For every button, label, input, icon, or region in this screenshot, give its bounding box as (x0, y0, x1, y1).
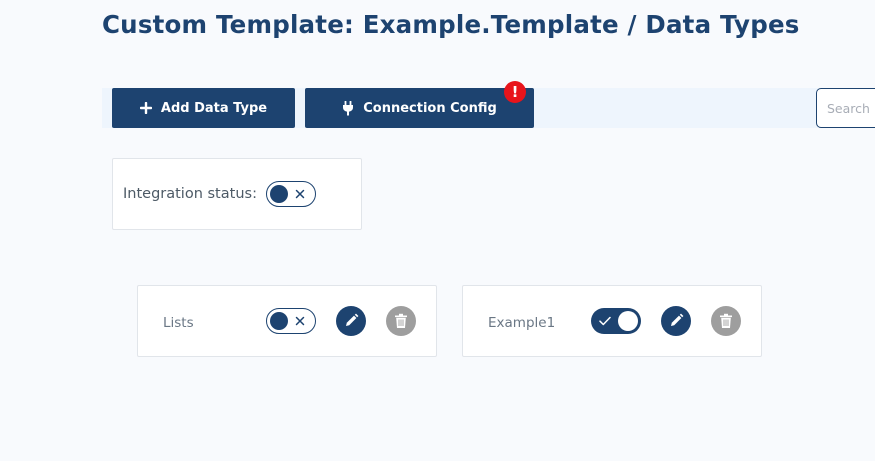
connection-config-label: Connection Config (363, 100, 497, 116)
data-type-toggle-example1[interactable] (591, 308, 641, 334)
edit-lists-button[interactable] (336, 306, 366, 336)
plus-icon (139, 102, 152, 114)
integration-status-toggle[interactable] (266, 181, 316, 207)
data-type-card-example1: Example1 (462, 285, 762, 357)
trash-icon (719, 313, 733, 329)
toggle-knob (270, 185, 288, 203)
search-input[interactable] (816, 88, 875, 128)
integration-status-card: Integration status: (112, 158, 362, 230)
data-type-name: Lists (163, 315, 194, 331)
integration-status-label: Integration status: (123, 186, 257, 202)
data-type-card-lists: Lists (137, 285, 437, 357)
alert-icon: ! (504, 81, 526, 103)
connection-config-button[interactable]: Connection Config (305, 88, 534, 128)
plug-icon (342, 100, 354, 116)
pencil-icon (668, 313, 684, 329)
add-data-type-button[interactable]: Add Data Type (112, 88, 295, 128)
trash-icon (394, 313, 408, 329)
pencil-icon (343, 313, 359, 329)
add-data-type-label: Add Data Type (160, 100, 268, 116)
delete-lists-button[interactable] (386, 306, 416, 336)
check-icon (599, 309, 611, 333)
delete-example1-button[interactable] (711, 306, 741, 336)
data-type-name: Example1 (488, 315, 556, 331)
page-title: Custom Template: Example.Template / Data… (102, 10, 800, 39)
data-type-toggle-lists[interactable] (266, 308, 316, 334)
toggle-knob (270, 312, 288, 330)
edit-example1-button[interactable] (661, 306, 691, 336)
x-icon (295, 182, 305, 206)
x-icon (295, 309, 305, 333)
toggle-knob (618, 311, 638, 331)
